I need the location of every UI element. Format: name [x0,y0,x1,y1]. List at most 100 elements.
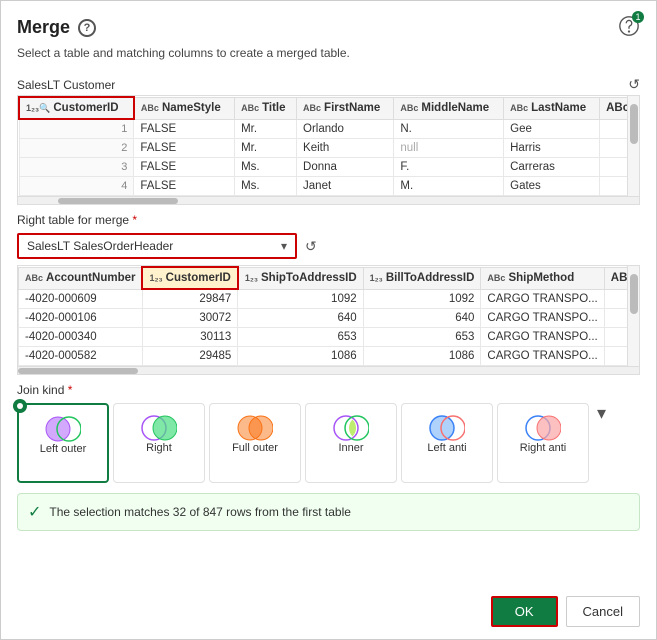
table-row: -4020-000582 29485 1086 1086 CARGO TRANS… [19,347,640,366]
join-kind-label: Join kind * [17,383,640,397]
cell-shipmethod-4: CARGO TRANSPO... [481,347,604,366]
top-table: 1₂₃🔍 CustomerID ABcNameStyle ABcTitle AB… [18,96,639,196]
required-marker-right: * [132,213,137,227]
col-type-namestyle: ABc [141,103,159,113]
col-header-title[interactable]: ABcTitle [235,97,297,119]
active-radio [13,399,27,413]
col-header-lastname[interactable]: ABcLastName [504,97,600,119]
right-icon [141,414,177,442]
join-option-label-inner: Inner [338,442,363,454]
join-options-container: Left outer Right [17,403,640,483]
bottom-table-container: ABcAccountNumber 1₂₃CustomerID 1₂₃ShipTo… [17,265,640,367]
cancel-button[interactable]: Cancel [566,596,640,627]
match-text-static: The selection matches 32 of 847 rows fro… [49,505,298,519]
col-label-customerid: CustomerID [53,102,118,114]
col-header-customerid[interactable]: 1₂₃🔍 CustomerID [19,97,134,119]
cell-shiptoaddr-3: 653 [238,328,363,347]
more-options[interactable]: ▾ [593,403,606,424]
help-icon[interactable]: ? [78,19,96,37]
join-option-full-outer[interactable]: Full outer [209,403,301,483]
col-header-shiptoaddressid[interactable]: 1₂₃ShipToAddressID [238,267,363,289]
join-option-inner[interactable]: Inner [305,403,397,483]
check-icon: ✓ [28,502,41,522]
cell-account-1: -4020-000609 [19,289,143,309]
top-table-vscroll[interactable] [627,96,639,196]
table-row: -4020-000609 29847 1092 1092 CARGO TRANS… [19,289,640,309]
col-type-accountnumber: ABc [25,273,43,283]
full-outer-icon [237,414,273,442]
col-label-shiptoaddressid: ShipToAddressID [261,272,357,284]
col-label-billtoaddressid: BillToAddressID [386,272,475,284]
join-option-label-left-outer: Left outer [40,443,86,455]
cell-lastname-1: Gee [504,119,600,139]
table-row: 2 FALSE Mr. Keith null Harris [19,139,639,158]
cell-lastname-3: Carreras [504,158,600,177]
dialog-header: Merge ? 1 [1,1,656,44]
refresh-icon[interactable]: ↺ [628,76,640,93]
table-row: 3 FALSE Ms. Donna F. Carreras [19,158,639,177]
join-option-right-anti[interactable]: Right anti [497,403,589,483]
col-type-billtoaddressid: 1₂₃ [370,273,383,283]
radio-inner [17,403,23,409]
cell-customerid-b3: 30113 [142,328,237,347]
bottom-table-scroll[interactable]: ABcAccountNumber 1₂₃CustomerID 1₂₃ShipTo… [18,266,639,366]
dialog-subtitle: Select a table and matching columns to c… [1,44,656,70]
hint-icon[interactable]: 1 [618,15,640,40]
col-header-billtoaddressid[interactable]: 1₂₃BillToAddressID [363,267,481,289]
top-table-hscroll[interactable] [17,197,640,205]
col-header-customerid-bottom[interactable]: 1₂₃ CustomerID [142,267,237,289]
cell-shipmethod-2: CARGO TRANSPO... [481,309,604,328]
join-option-label-right-anti: Right anti [520,442,566,454]
cell-customerid-b2: 30072 [142,309,237,328]
col-header-middlename[interactable]: ABcMiddleName [394,97,504,119]
bottom-table-hscroll[interactable] [17,367,640,375]
col-type-shipmethod: ABc [487,273,505,283]
bottom-table-hscroll-thumb [18,368,138,374]
col-type-shiptoaddressid: 1₂₃ [245,273,258,283]
right-anti-icon [525,414,561,442]
inner-icon [333,414,369,442]
col-header-accountnumber[interactable]: ABcAccountNumber [19,267,143,289]
bottom-table-vscroll[interactable] [627,266,639,366]
footer: OK Cancel [1,588,656,639]
cell-middlename-3: F. [394,158,504,177]
cell-billtoaddr-4: 1086 [363,347,481,366]
col-label-title: Title [262,102,285,114]
join-option-left-outer[interactable]: Left outer [17,403,109,483]
right-table-dropdown[interactable]: SalesLT SalesOrderHeader ▾ [17,233,297,259]
col-label-firstname: FirstName [324,102,380,114]
dialog-title: Merge [17,17,70,38]
col-header-shipmethod[interactable]: ABcShipMethod [481,267,604,289]
cell-middlename-2: null [394,139,504,158]
cell-lastname-4: Gates [504,177,600,196]
table-row: -4020-000106 30072 640 640 CARGO TRANSPO… [19,309,640,328]
col-header-firstname[interactable]: ABcFirstName [297,97,394,119]
col-label-accountnumber: AccountNumber [46,272,135,284]
join-option-right[interactable]: Right [113,403,205,483]
cell-title-4: Ms. [235,177,297,196]
cell-account-3: -4020-000340 [19,328,143,347]
row-num-3: 3 [19,158,134,177]
cell-shiptoaddr-4: 1086 [238,347,363,366]
cell-firstname-2: Keith [297,139,394,158]
join-option-left-anti[interactable]: Left anti [401,403,493,483]
col-label-customerid-bottom: CustomerID [166,272,231,284]
table-row: 1 FALSE Mr. Orlando N. Gee [19,119,639,139]
top-table-scroll[interactable]: 1₂₃🔍 CustomerID ABcNameStyle ABcTitle AB… [18,96,639,196]
row-num-4: 4 [19,177,134,196]
required-marker-join: * [68,383,73,397]
ok-button[interactable]: OK [491,596,558,627]
title-row: Merge ? [17,17,96,38]
top-table-vscroll-thumb [630,104,638,144]
col-type-customerid-bottom: 1₂₃ [149,273,162,283]
cell-middlename-4: M. [394,177,504,196]
top-table-hscroll-thumb [58,198,178,204]
cell-title-3: Ms. [235,158,297,177]
refresh-icon-bottom[interactable]: ↺ [305,238,317,255]
right-table-label-text: Right table for merge [17,213,129,227]
join-kind-label-text: Join kind [17,383,64,397]
cell-customerid-b1: 29847 [142,289,237,309]
row-num-1: 1 [19,119,134,139]
dropdown-value: SalesLT SalesOrderHeader [27,239,173,253]
col-header-namestyle[interactable]: ABcNameStyle [134,97,235,119]
